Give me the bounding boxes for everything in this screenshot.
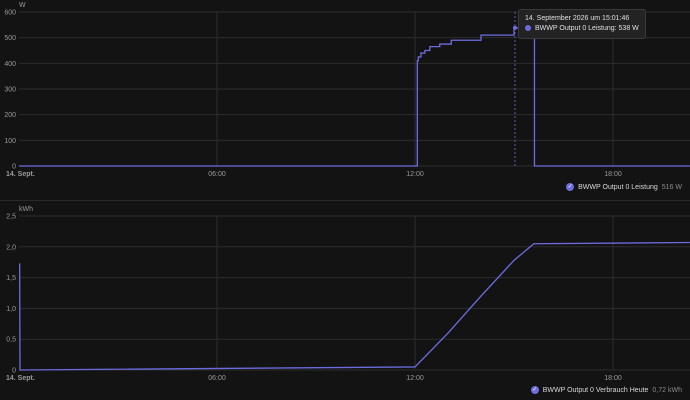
- power-x-tick-label: 14. Sept.: [6, 171, 35, 178]
- legend-series-name: BWWP Output 0 Verbrauch Heute: [542, 386, 649, 394]
- energy-y-tick-label: 0,5: [6, 337, 16, 344]
- power-x-tick-label: 18:00: [604, 171, 622, 178]
- energy-chart-panel: 0 0,5 1,0 1,5 2,0 2,5 kWh 14. Sept. 06:00 12:00 18…: [0, 201, 690, 400]
- series-dot-icon: [525, 25, 531, 31]
- power-y-tick-label: 600: [4, 10, 16, 17]
- energy-y-tick-label: 1,5: [6, 275, 16, 282]
- energy-x-tick-label: 06:00: [208, 375, 226, 382]
- power-y-tick-label: 100: [4, 138, 16, 145]
- legend-series-value: 0,72 kWh: [652, 386, 682, 394]
- energy-x-tick-label: 14. Sept.: [6, 375, 35, 382]
- legend-series-value: 516 W: [661, 183, 682, 191]
- power-x-tick-label: 12:00: [406, 171, 424, 178]
- checkbox-checked-icon[interactable]: ✓: [530, 386, 539, 394]
- power-y-axis-label: W: [19, 2, 26, 9]
- energy-y-tick-label: 2,5: [6, 214, 16, 221]
- energy-chart[interactable]: 0 0,5 1,0 1,5 2,0 2,5kWh 14. Sept. 06:00 12:00 18…: [0, 201, 690, 400]
- power-y-tick-label: 400: [4, 61, 16, 68]
- hover-point: [512, 25, 517, 30]
- checkbox-checked-icon[interactable]: ✓: [566, 183, 575, 191]
- power-y-tick-label: 0: [12, 164, 16, 171]
- power-y-tick-label: 500: [4, 35, 16, 42]
- energy-legend-item[interactable]: ✓ BWWP Output 0 Verbrauch Heute 0,72 kWh: [530, 386, 682, 394]
- tooltip-value: 538 W: [618, 25, 639, 32]
- energy-y-tick-label: 2,0: [6, 244, 16, 251]
- legend-series-name: BWWP Output 0 Leistung: [578, 183, 658, 191]
- energy-x-tick-label: 18:00: [604, 375, 622, 382]
- chart-tooltip: 14. September 2026 um 15:01:46 BWWP Outp…: [518, 9, 646, 39]
- tooltip-title: 14. September 2026 um 15:01:46: [525, 15, 630, 22]
- tooltip-series: BWWP Output 0 Leistung: [535, 25, 615, 32]
- energy-y-tick-label: 0: [12, 368, 16, 375]
- tooltip-entry: BWWP Output 0 Leistung: 538 W: [525, 24, 639, 34]
- energy-x-tick-label: 12:00: [406, 375, 424, 382]
- energy-y-tick-label: 1,0: [6, 306, 16, 313]
- power-legend-item[interactable]: ✓ BWWP Output 0 Leistung 516 W: [566, 183, 682, 191]
- power-x-tick-label: 06:00: [208, 171, 226, 178]
- power-chart-panel: 0 100 200 300 400 500 600 W 14. Sept. 06:00 12:00 1…: [0, 0, 690, 200]
- power-y-tick-label: 300: [4, 87, 16, 94]
- energy-series-line: [19, 241, 690, 371]
- energy-y-axis-label: kWh: [19, 206, 33, 213]
- power-series-line: [19, 27, 690, 167]
- power-y-tick-label: 200: [4, 112, 16, 119]
